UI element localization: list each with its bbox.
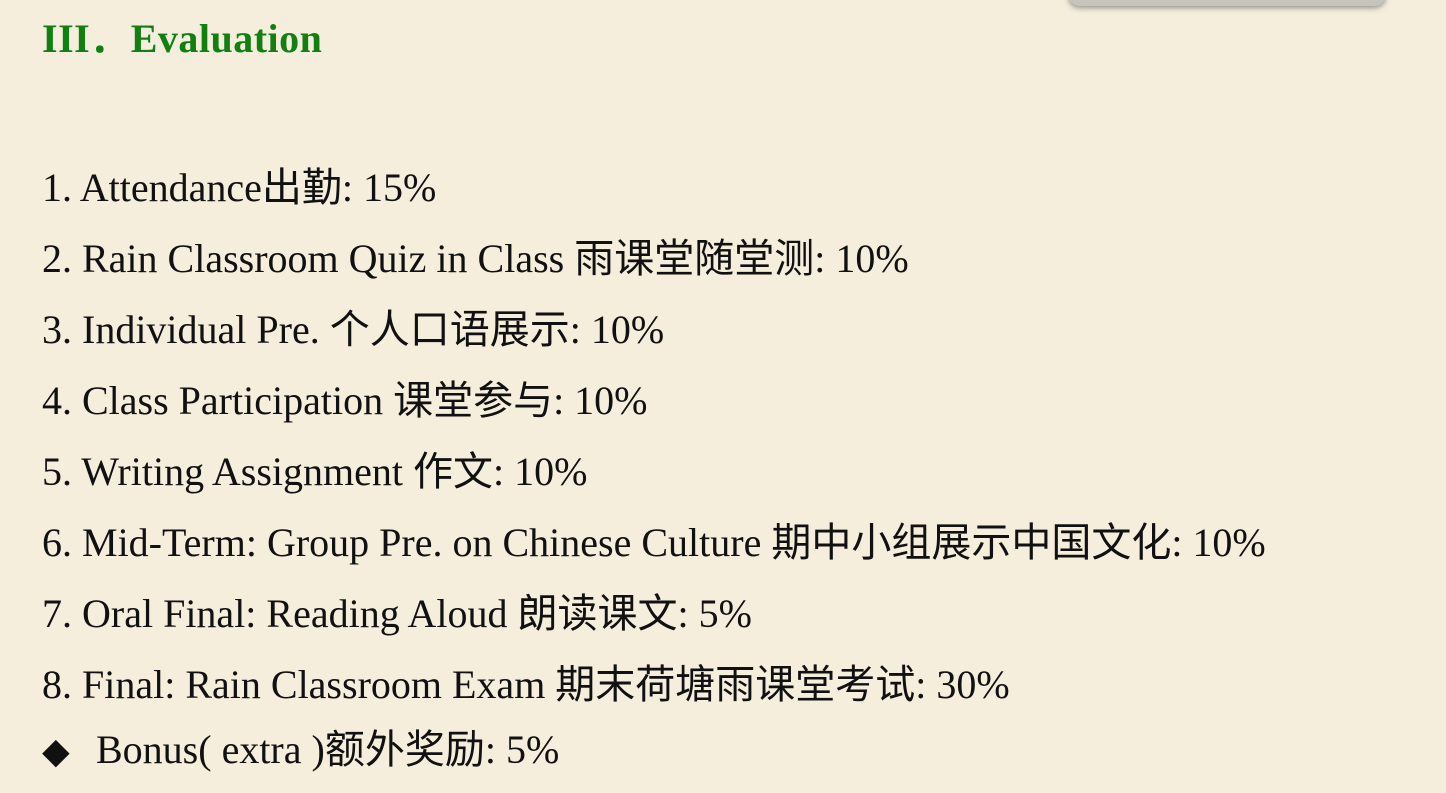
evaluation-item-mid-term: 6. Mid-Term: Group Pre. on Chinese Cultu… xyxy=(42,520,1266,565)
section-heading: III．Evaluation xyxy=(42,16,323,61)
evaluation-item-participation: 4. Class Participation 课堂参与: 10% xyxy=(42,378,648,423)
bonus-item: ◆ Bonus( extra )额外奖励: 5% xyxy=(42,718,559,783)
evaluation-list: 1. Attendance出勤: 15% 2. Rain Classroom Q… xyxy=(42,152,1266,720)
evaluation-item-oral-final: 7. Oral Final: Reading Aloud 朗读课文: 5% xyxy=(42,591,752,636)
evaluation-item-individual-presentation: 3. Individual Pre. 个人口语展示: 10% xyxy=(42,307,665,352)
bonus-text: Bonus( extra )额外奖励: 5% xyxy=(96,727,560,772)
evaluation-item-final-exam: 8. Final: Rain Classroom Exam 期末荷塘雨课堂考试:… xyxy=(42,662,1010,707)
evaluation-item-writing: 5. Writing Assignment 作文: 10% xyxy=(42,449,588,494)
slide-edge-shadow xyxy=(1068,0,1386,6)
evaluation-item-attendance: 1. Attendance出勤: 15% xyxy=(42,165,437,210)
evaluation-item-quiz: 2. Rain Classroom Quiz in Class 雨课堂随堂测: … xyxy=(42,236,909,281)
diamond-bullet-icon: ◆ xyxy=(42,731,70,771)
